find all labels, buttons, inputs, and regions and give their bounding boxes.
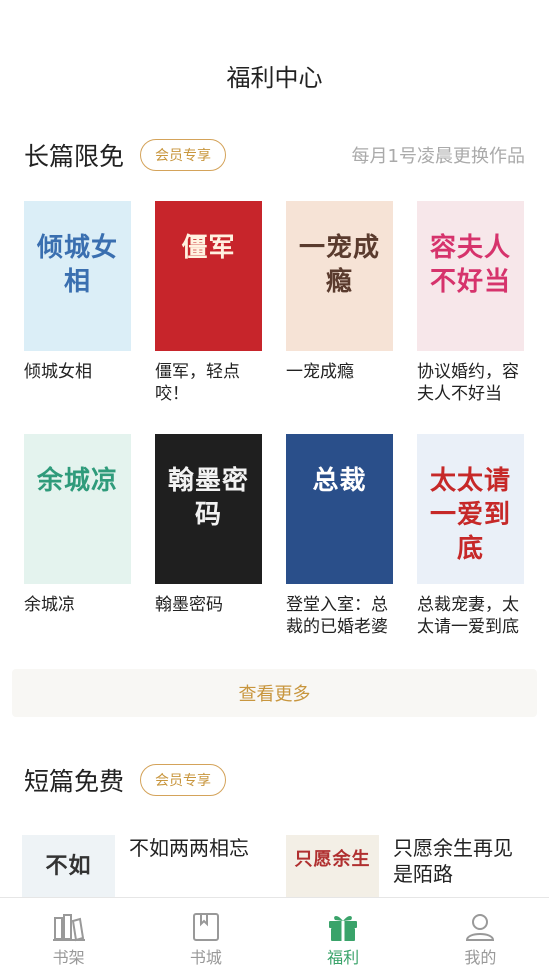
- book-item[interactable]: 翰墨密码 翰墨密码: [155, 434, 262, 638]
- section-note: 每月1号凌晨更换作品: [351, 146, 525, 167]
- cover-title: 太太请一爱到底: [429, 466, 511, 564]
- short-story-title[interactable]: 不如两两相忘: [129, 835, 249, 899]
- section-title: 长篇限免: [24, 142, 125, 171]
- book-item[interactable]: 倾城女相 倾城女相: [24, 201, 131, 405]
- vip-badge: 会员专享: [140, 764, 227, 796]
- book-title[interactable]: 翰墨密码: [155, 594, 262, 638]
- profile-icon: [466, 914, 495, 941]
- cover-title: 总裁: [312, 466, 367, 496]
- tab-bookstore[interactable]: 书城: [137, 898, 274, 976]
- book-title[interactable]: 总裁宠妻，太太请一爱到底: [417, 594, 524, 638]
- tab-label: 我的: [464, 948, 497, 967]
- book-item[interactable]: 一宠成瘾 一宠成瘾: [286, 201, 393, 405]
- short-story-item[interactable]: 不如 不如两两相忘: [22, 835, 262, 899]
- book-grid-row-2: 余城凉 余城凉 翰墨密码 翰墨密码 总裁 登堂入室：总裁的已婚老婆 太太请一爱到…: [24, 434, 524, 638]
- book-title[interactable]: 僵军，轻点咬！: [155, 361, 262, 405]
- vip-badge: 会员专享: [140, 139, 227, 171]
- book-item[interactable]: 总裁 登堂入室：总裁的已婚老婆: [286, 434, 393, 638]
- book-title[interactable]: 一宠成瘾: [286, 361, 393, 405]
- book-title[interactable]: 登堂入室：总裁的已婚老婆: [286, 594, 393, 638]
- cover-title: 倾城女相: [36, 233, 118, 297]
- cover-title: 不如: [45, 853, 92, 879]
- book-item[interactable]: 太太请一爱到底 总裁宠妻，太太请一爱到底: [417, 434, 524, 638]
- tab-welfare[interactable]: 福利: [275, 898, 412, 976]
- cover-title: 翰墨密码: [167, 466, 249, 530]
- bookstore-icon: [192, 913, 219, 941]
- book-title[interactable]: 余城凉: [24, 594, 131, 638]
- short-section-header: 短篇免费 会员专享: [24, 762, 525, 798]
- tab-bookshelf[interactable]: 书架: [0, 898, 137, 976]
- short-story-cover[interactable]: 只愿余生: [286, 835, 379, 899]
- short-story-cover[interactable]: 不如: [22, 835, 115, 899]
- book-cover[interactable]: 总裁: [286, 434, 393, 584]
- book-cover[interactable]: 太太请一爱到底: [417, 434, 524, 584]
- cover-title: 容夫人不好当: [429, 233, 511, 297]
- view-more-button[interactable]: 查看更多: [12, 669, 537, 717]
- book-cover[interactable]: 翰墨密码: [155, 434, 262, 584]
- book-cover[interactable]: 僵军: [155, 201, 262, 351]
- book-title[interactable]: 协议婚约，容夫人不好当: [417, 361, 524, 405]
- book-item[interactable]: 容夫人不好当 协议婚约，容夫人不好当: [417, 201, 524, 405]
- book-item[interactable]: 余城凉 余城凉: [24, 434, 131, 638]
- book-title[interactable]: 倾城女相: [24, 361, 131, 405]
- book-item[interactable]: 僵军 僵军，轻点咬！: [155, 201, 262, 405]
- book-cover[interactable]: 容夫人不好当: [417, 201, 524, 351]
- tab-label: 书架: [52, 948, 85, 967]
- tab-mine[interactable]: 我的: [412, 898, 549, 976]
- book-cover[interactable]: 余城凉: [24, 434, 131, 584]
- page-title: 福利中心: [226, 64, 323, 92]
- book-cover[interactable]: 一宠成瘾: [286, 201, 393, 351]
- cover-title: 僵军: [181, 233, 236, 263]
- cover-title: 余城凉: [36, 466, 118, 496]
- section-title: 短篇免费: [24, 767, 125, 796]
- short-story-item[interactable]: 只愿余生 只愿余生再见是陌路: [286, 835, 526, 899]
- bottom-tab-bar: 书架 书城 福利 我的: [0, 897, 549, 976]
- cover-title: 只愿余生: [294, 849, 371, 870]
- long-section-header: 长篇限免 会员专享 每月1号凌晨更换作品: [24, 137, 525, 173]
- book-cover[interactable]: 倾城女相: [24, 201, 131, 351]
- short-story-title[interactable]: 只愿余生再见是陌路: [393, 835, 526, 899]
- bookshelf-icon: [52, 914, 85, 942]
- tab-label: 书城: [189, 948, 222, 967]
- gift-icon: [329, 915, 358, 941]
- cover-title: 一宠成瘾: [298, 233, 380, 297]
- book-grid-row-1: 倾城女相 倾城女相 僵军 僵军，轻点咬！ 一宠成瘾 一宠成瘾 容夫人不好当 协议…: [24, 201, 524, 405]
- tab-label: 福利: [327, 948, 360, 967]
